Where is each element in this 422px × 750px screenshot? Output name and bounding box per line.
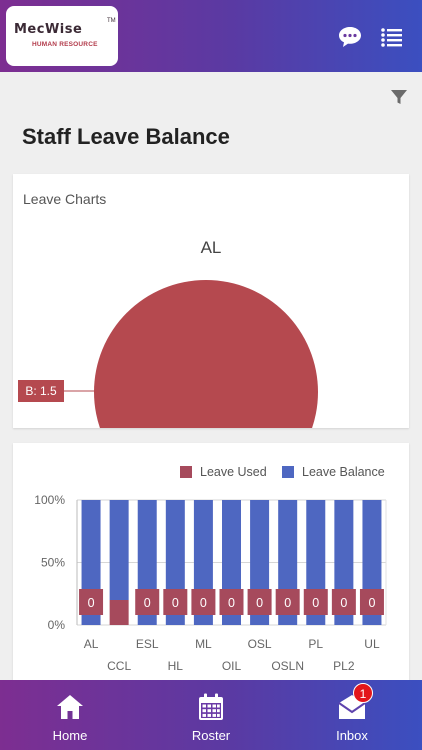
x-tick-label: OIL	[222, 659, 242, 673]
bar-data-label: 0	[312, 596, 319, 610]
bar-data-label: 0	[88, 596, 95, 610]
filter-icon[interactable]	[389, 87, 409, 107]
x-tick-label: CCL	[107, 659, 131, 673]
logo-subtitle: HUMAN RESOURCE	[32, 41, 98, 48]
pie-chart: B: 1.5	[18, 280, 318, 428]
bar-data-label: 0	[284, 596, 291, 610]
bar-data-label: 0	[172, 596, 179, 610]
x-tick-label: PL2	[333, 659, 355, 673]
bottom-navigation: Home Roster 1 Inbox	[0, 680, 422, 750]
logo-name: MecWise	[14, 22, 83, 37]
nav-home-label: Home	[52, 728, 88, 743]
logo-trademark: TM	[107, 18, 116, 24]
home-icon	[57, 695, 83, 719]
x-tick-label: OSL	[248, 637, 272, 651]
chat-bubble-icon[interactable]	[338, 26, 362, 48]
x-tick-label: HL	[168, 659, 184, 673]
legend-swatch	[282, 466, 294, 478]
x-tick-label: ML	[195, 637, 212, 651]
bar-leave-used[interactable]	[109, 600, 129, 625]
nav-inbox[interactable]: 1 Inbox	[302, 680, 402, 750]
stacked-bar-chart: Leave Used Leave Balance 0% 50% 100% 0 AL CCL 0 E…	[34, 465, 387, 673]
x-tick-label: AL	[84, 637, 99, 651]
nav-roster[interactable]: Roster	[161, 680, 261, 750]
y-tick-label: 50%	[41, 556, 65, 570]
card-title: Leave Charts	[23, 191, 107, 207]
leave-bar-chart-card: Leave Used Leave Balance 0% 50% 100% 0 AL CCL 0 E…	[13, 443, 409, 683]
nav-home[interactable]: Home	[20, 680, 120, 750]
bar-data-label: 0	[256, 596, 263, 610]
bar-data-label: 0	[340, 596, 347, 610]
nav-roster-label: Roster	[191, 728, 231, 743]
page-title: Staff Leave Balance	[22, 124, 230, 149]
bar-data-label: 0	[368, 596, 375, 610]
pie-chart-title: AL	[200, 238, 222, 257]
bar-data-label: 0	[228, 596, 235, 610]
legend-label[interactable]: Leave Used	[200, 465, 267, 479]
legend-label[interactable]: Leave Balance	[302, 465, 385, 479]
x-tick-label: ESL	[136, 637, 159, 651]
list-menu-icon[interactable]	[380, 26, 404, 48]
calendar-icon	[199, 693, 223, 720]
nav-inbox-label: Inbox	[336, 728, 368, 743]
x-tick-label: UL	[364, 637, 380, 651]
pie-data-label: B: 1.5	[25, 384, 57, 398]
bar-leave-balance[interactable]	[109, 500, 129, 600]
bar-data-label: 0	[144, 596, 151, 610]
x-tick-label: OSLN	[271, 659, 304, 673]
y-tick-label: 0%	[48, 618, 66, 632]
leave-charts-card: B: 1.5 Leave Charts AL	[13, 174, 409, 428]
x-tick-label: PL	[308, 637, 323, 651]
app-logo[interactable]: MecWise TM HUMAN RESOURCE	[6, 6, 118, 66]
legend-swatch	[180, 466, 192, 478]
bar-data-label: 0	[200, 596, 207, 610]
y-tick-label: 100%	[34, 493, 65, 507]
pie-slice[interactable]	[94, 280, 318, 428]
inbox-unread-badge: 1	[353, 683, 373, 703]
top-app-bar: MecWise TM HUMAN RESOURCE	[0, 0, 422, 72]
